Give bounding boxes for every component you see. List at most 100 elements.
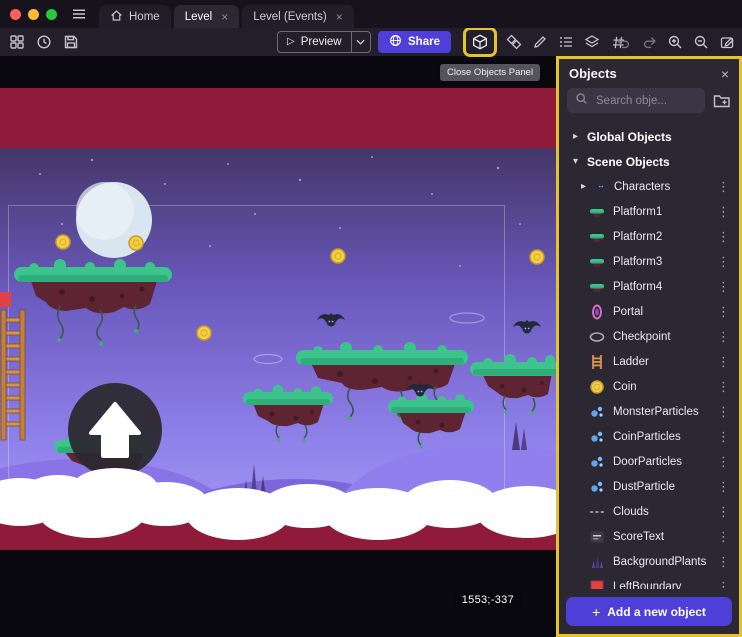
kebab-menu-icon[interactable]: ⋮ <box>717 280 739 293</box>
save-icon[interactable] <box>62 31 80 53</box>
kebab-menu-icon[interactable]: ⋮ <box>717 305 739 318</box>
object-row[interactable]: LeftBoundary⋮ <box>559 574 739 589</box>
object-row[interactable]: BackgroundPlants ⋮ <box>559 549 739 574</box>
jump-button-control[interactable] <box>68 383 162 477</box>
search-box[interactable] <box>567 88 705 113</box>
object-label: Platform2 <box>613 231 709 243</box>
object-groups-icon[interactable] <box>505 31 523 53</box>
platform-icon <box>589 229 605 245</box>
menu-icon[interactable] <box>71 6 87 22</box>
kebab-menu-icon[interactable]: ⋮ <box>717 430 739 443</box>
zoom-in-icon[interactable] <box>666 31 684 53</box>
tab-home[interactable]: Home <box>99 5 171 28</box>
object-label: DustParticle <box>613 481 709 493</box>
kebab-menu-icon[interactable]: ⋮ <box>717 580 739 589</box>
scene-left-boundary[interactable] <box>0 292 11 307</box>
tab-level-events[interactable]: Level (Events) × <box>242 5 354 28</box>
particles-icon <box>589 429 605 445</box>
kebab-menu-icon[interactable]: ⋮ <box>717 455 739 468</box>
tab-label: Level (Events) <box>253 11 327 23</box>
close-tab-icon[interactable]: × <box>221 11 228 23</box>
object-label: Platform1 <box>613 206 709 218</box>
object-row[interactable]: ▸Characters⋮ <box>559 174 739 199</box>
object-label: MonsterParticles <box>613 406 709 418</box>
bat-icon <box>593 179 609 195</box>
kebab-menu-icon[interactable]: ⋮ <box>717 405 739 418</box>
caret-right-icon[interactable]: ▸ <box>571 131 580 142</box>
kebab-menu-icon[interactable]: ⋮ <box>717 555 739 568</box>
toolbar-left-group <box>8 28 80 56</box>
object-row[interactable]: Platform2 ⋮ <box>559 224 739 249</box>
object-label: Platform3 <box>613 256 709 268</box>
redo-icon[interactable] <box>640 31 658 53</box>
kebab-menu-icon[interactable]: ⋮ <box>717 355 739 368</box>
close-panel-icon[interactable]: × <box>721 67 729 81</box>
undo-icon[interactable] <box>614 31 632 53</box>
zoom-out-icon[interactable] <box>692 31 710 53</box>
particles-icon <box>589 479 605 495</box>
object-row[interactable]: MonsterParticles ⋮ <box>559 399 739 424</box>
kebab-menu-icon[interactable]: ⋮ <box>717 380 739 393</box>
close-window-button[interactable] <box>10 9 21 20</box>
add-object-button[interactable]: + Add a new object <box>566 597 732 626</box>
object-row[interactable]: DoorParticles⋮ <box>559 449 739 474</box>
caret-right-icon[interactable]: ▸ <box>579 181 588 192</box>
object-label: CoinParticles <box>613 431 709 443</box>
section-row[interactable]: ▸Global Objects <box>559 124 739 149</box>
tab-label: Home <box>129 11 160 23</box>
clock-icon[interactable] <box>35 31 53 53</box>
object-row[interactable]: Platform3 ⋮ <box>559 249 739 274</box>
object-row[interactable]: Portal⋮ <box>559 299 739 324</box>
chevron-down-icon[interactable] <box>352 39 370 45</box>
share-label: Share <box>408 36 440 48</box>
maximize-window-button[interactable] <box>46 9 57 20</box>
edit-icon[interactable] <box>531 31 549 53</box>
scene-editor-canvas[interactable]: 1553;-337 <box>0 56 556 637</box>
tab-level[interactable]: Level × <box>174 5 240 28</box>
kebab-menu-icon[interactable]: ⋮ <box>717 530 739 543</box>
kebab-menu-icon[interactable]: ⋮ <box>717 180 739 193</box>
layers-icon[interactable] <box>583 31 601 53</box>
kebab-menu-icon[interactable]: ⋮ <box>717 205 739 218</box>
object-row[interactable]: Platform1 ⋮ <box>559 199 739 224</box>
object-row[interactable]: CoinParticles ⋮ <box>559 424 739 449</box>
object-label: BackgroundPlants <box>613 556 709 568</box>
section-label: Scene Objects <box>587 155 739 169</box>
object-label: Platform4 <box>613 281 709 293</box>
share-button[interactable]: Share <box>378 31 451 53</box>
kebab-menu-icon[interactable]: ⋮ <box>717 330 739 343</box>
kebab-menu-icon[interactable]: ⋮ <box>717 480 739 493</box>
platform-icon <box>589 254 605 270</box>
object-row[interactable]: Clouds⋮ <box>559 499 739 524</box>
tab-bar: Home Level × Level (Events) × <box>99 0 354 28</box>
caret-down-icon[interactable]: ▾ <box>571 156 580 167</box>
minimize-window-button[interactable] <box>28 9 39 20</box>
search-input[interactable] <box>594 94 697 108</box>
object-row[interactable]: Ladder⋮ <box>559 349 739 374</box>
kebab-menu-icon[interactable]: ⋮ <box>717 505 739 518</box>
kebab-menu-icon[interactable]: ⋮ <box>717 230 739 243</box>
tooltip: Close Objects Panel <box>440 64 540 81</box>
platform-icon <box>589 204 605 220</box>
object-row[interactable]: Coin ⋮ <box>559 374 739 399</box>
preview-button[interactable]: ▷ Preview <box>277 31 371 53</box>
instances-list-icon[interactable] <box>557 31 575 53</box>
object-row[interactable]: DustParticle ⋮ <box>559 474 739 499</box>
scene-red-band-top[interactable] <box>0 88 556 148</box>
object-row[interactable]: ScoreText⋮ <box>559 524 739 549</box>
kebab-menu-icon[interactable]: ⋮ <box>717 255 739 268</box>
rename-icon[interactable] <box>718 31 736 53</box>
project-manager-icon[interactable] <box>8 31 26 53</box>
close-tab-icon[interactable]: × <box>336 11 343 23</box>
object-row[interactable]: Checkpoint⋮ <box>559 324 739 349</box>
window-controls <box>0 9 57 20</box>
tab-label: Level <box>185 11 213 23</box>
add-folder-button[interactable] <box>713 93 731 109</box>
object-row[interactable]: Platform4 ⋮ <box>559 274 739 299</box>
section-row[interactable]: ▾ Scene Objects <box>559 149 739 174</box>
object-label: Coin <box>613 381 709 393</box>
particles-icon <box>589 454 605 470</box>
ladder-icon <box>589 354 605 370</box>
objects-panel-button[interactable] <box>471 31 489 53</box>
scene-coin <box>197 326 211 340</box>
